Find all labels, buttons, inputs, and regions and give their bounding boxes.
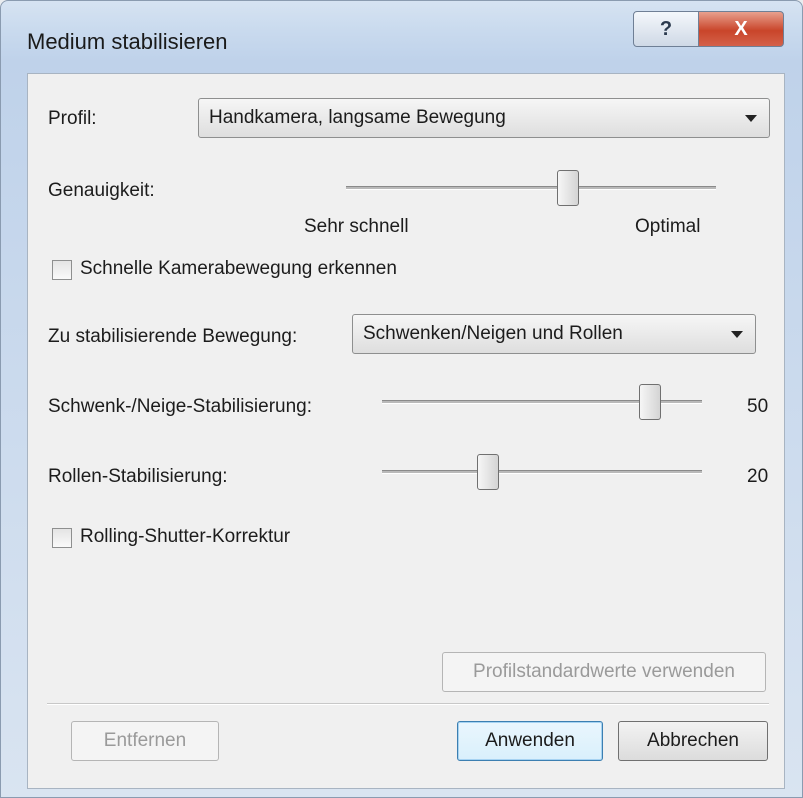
profile-dropdown[interactable]: Handkamera, langsame Bewegung: [198, 98, 770, 138]
motion-dropdown-value: Schwenken/Neigen und Rollen: [363, 323, 623, 344]
motion-dropdown[interactable]: Schwenken/Neigen und Rollen: [352, 314, 756, 354]
pan-tilt-label: Schwenk-/Neige-Stabilisierung:: [48, 396, 313, 417]
fast-camera-label: Schnelle Kamerabewegung erkennen: [80, 258, 397, 279]
profile-defaults-button[interactable]: Profilstandardwerte verwenden: [442, 652, 766, 692]
motion-label: Zu stabilisierende Bewegung:: [48, 326, 298, 347]
remove-button[interactable]: Entfernen: [71, 721, 219, 761]
rolling-shutter-checkbox[interactable]: [52, 528, 72, 548]
profile-label: Profil:: [48, 108, 97, 129]
chevron-down-icon: [731, 331, 743, 338]
window-title: Medium stabilisieren: [27, 29, 228, 54]
profile-dropdown-value: Handkamera, langsame Bewegung: [209, 107, 506, 128]
roll-value: 20: [747, 466, 769, 487]
roll-slider-thumb[interactable]: [477, 454, 499, 490]
apply-button[interactable]: Anwenden: [457, 721, 603, 761]
accuracy-min-label: Sehr schnell: [304, 216, 409, 237]
roll-label: Rollen-Stabilisierung:: [48, 466, 228, 487]
chevron-down-icon: [745, 115, 757, 122]
accuracy-slider-track[interactable]: [346, 186, 716, 190]
accuracy-slider-thumb[interactable]: [557, 170, 579, 206]
title-bar: Medium stabilisieren ? X: [1, 1, 802, 63]
accuracy-max-label: Optimal: [635, 216, 701, 237]
pan-tilt-slider-thumb[interactable]: [639, 384, 661, 420]
roll-slider-track[interactable]: [382, 470, 702, 474]
cancel-button[interactable]: Abbrechen: [618, 721, 768, 761]
close-button[interactable]: X: [698, 11, 784, 47]
fast-camera-checkbox[interactable]: [52, 260, 72, 280]
help-button[interactable]: ?: [633, 11, 699, 47]
help-icon: ?: [659, 17, 673, 40]
accuracy-label: Genauigkeit:: [48, 180, 155, 201]
pan-tilt-value: 50: [747, 396, 769, 417]
dialog-content: Profil: Handkamera, langsame Bewegung Ge…: [27, 73, 785, 789]
rolling-shutter-label: Rolling-Shutter-Korrektur: [80, 526, 291, 547]
close-icon: X: [734, 17, 748, 40]
separator: [47, 703, 769, 705]
dialog-window: Medium stabilisieren ? X Profil: Handkam…: [0, 0, 803, 798]
